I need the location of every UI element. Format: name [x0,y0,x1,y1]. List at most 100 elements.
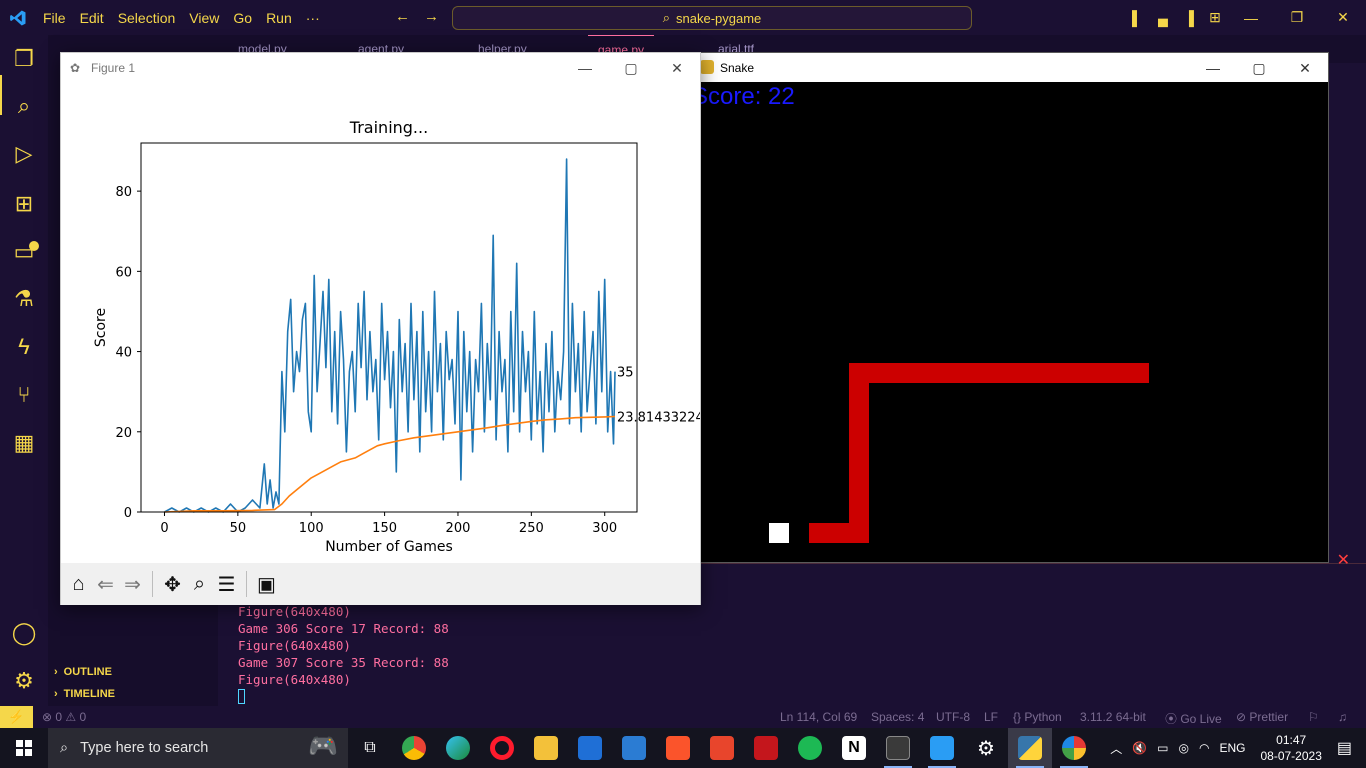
maximize-icon[interactable]: ▢ [608,53,654,83]
acrobat-icon[interactable] [744,728,788,768]
pinwheel-app-icon[interactable] [1052,728,1096,768]
docker-icon[interactable]: ▦ [10,429,38,457]
show-hidden-icons-icon[interactable]: ︿ [1110,740,1122,757]
zoom-icon[interactable]: ⌕ [186,569,213,599]
figure-titlebar[interactable]: ✿ Figure 1 — ▢ ✕ [61,53,700,83]
brave-icon[interactable] [656,728,700,768]
indentation-status[interactable]: Spaces: 4 [871,710,924,724]
wifi-icon[interactable]: ◠ [1199,741,1209,755]
snake-titlebar[interactable]: Snake — ▢ ✕ [692,53,1328,82]
python-icon[interactable] [1008,728,1052,768]
minimize-icon[interactable]: — [1228,0,1274,35]
search-icon[interactable]: ⌕ [10,92,38,120]
notification-center-icon[interactable]: ▤ [1337,738,1352,758]
cursor-position[interactable]: Ln 114, Col 69 [780,710,857,724]
brave-alt-icon[interactable] [700,728,744,768]
run-debug-icon[interactable]: ▷ [10,140,38,168]
plot-frame [140,142,638,513]
toggle-panel-icon[interactable]: ▄ [1150,0,1176,35]
camera-icon[interactable]: ◎ [1179,741,1189,755]
remote-explorer-icon[interactable]: ▭ [10,238,38,266]
spotify-icon[interactable] [788,728,832,768]
notifications-icon[interactable]: ♫ [1338,710,1347,724]
explorer-icon[interactable]: ❐ [10,45,38,73]
settings-gear-icon[interactable]: ⚙ [10,667,38,695]
toggle-secondary-sidebar-icon[interactable]: ▐ [1176,0,1202,35]
close-icon[interactable]: ✕ [1320,0,1366,35]
save-icon[interactable]: ▣ [253,569,280,599]
prettier-status[interactable]: ⊘ Prettier [1236,710,1288,724]
extensions-icon[interactable]: ⊞ [10,190,38,218]
close-panel-icon[interactable]: ✕ [1337,550,1350,570]
plot-area[interactable]: Training... 35 23.81433224 0 50 100 150 200 250 3… [61,83,704,563]
problems-status[interactable]: ⊗ 0 ⚠ 0 [42,710,86,724]
snake-window[interactable]: Snake — ▢ ✕ Score: 22 [691,52,1329,563]
edge-icon[interactable] [436,728,480,768]
menu-selection[interactable]: Selection [111,10,183,26]
remote-icon[interactable]: ⚡ [0,706,33,728]
activity-bar: ❐ ⌕ ▷ ⊞ ▭ ⚗ ϟ ⑂ ▦ ◯ ⚙ 1 [0,35,48,732]
feedback-icon[interactable]: ⚐ [1308,710,1319,724]
home-icon[interactable]: ⌂ [65,569,92,599]
notion-icon[interactable]: N [832,728,876,768]
settings-icon[interactable]: ⚙ [964,728,1008,768]
outline-section[interactable]: › OUTLINE [54,666,112,678]
maximize-icon[interactable]: ▢ [1236,53,1282,83]
accounts-icon[interactable]: ◯ [10,619,38,647]
lightning-icon[interactable]: ϟ [10,333,38,361]
clock[interactable]: 01:47 08-07-2023 [1260,732,1321,764]
restore-icon[interactable]: ❐ [1274,0,1320,35]
chevron-right-icon: › [54,666,58,678]
mail-icon[interactable] [612,728,656,768]
volume-mute-icon[interactable]: 🔇 [1132,741,1147,755]
language-status[interactable]: {} Python [1013,710,1062,724]
opera-icon[interactable] [480,728,524,768]
terminal-icon[interactable] [876,728,920,768]
menu-run[interactable]: Run [259,10,299,26]
minimize-icon[interactable]: — [1190,53,1236,83]
menu-more[interactable]: ··· [299,10,327,26]
menu-view[interactable]: View [182,10,226,26]
forward-icon[interactable]: ⇒ [119,569,146,599]
encoding-status[interactable]: UTF-8 [936,710,970,724]
language-indicator[interactable]: ENG [1219,741,1245,755]
git-graph-icon[interactable]: ⑂ [10,381,38,409]
nav-arrows[interactable]: ←→ [395,8,453,25]
file-explorer-icon[interactable] [524,728,568,768]
command-center[interactable]: ⌕ snake-pygame [452,6,972,30]
eol-status[interactable]: LF [984,710,998,724]
close-icon[interactable]: ✕ [654,53,700,83]
windows-start-icon[interactable] [0,728,48,768]
pygame-icon [700,60,714,74]
interpreter-status[interactable]: 3.11.2 64-bit [1080,710,1146,724]
x-tick-label: 200 [446,521,471,536]
menu-edit[interactable]: Edit [73,10,111,26]
testing-icon[interactable]: ⚗ [10,285,38,313]
toolbar-divider [152,571,153,597]
search-placeholder: Type here to search [80,740,209,756]
configure-icon[interactable]: ☰ [213,569,240,599]
pan-icon[interactable]: ✥ [159,569,186,599]
y-tick-label: 20 [115,426,132,441]
chrome-icon[interactable] [392,728,436,768]
menu-go[interactable]: Go [226,10,259,26]
close-icon[interactable]: ✕ [1282,53,1328,83]
minimize-icon[interactable]: — [562,53,608,83]
timeline-label: TIMELINE [63,688,116,700]
customize-layout-icon[interactable]: ⊞ [1202,0,1228,35]
menu-file[interactable]: File [36,10,73,26]
figure-window[interactable]: ✿ Figure 1 — ▢ ✕ Training... 35 23.8143322… [60,52,704,605]
task-view-icon[interactable]: ⧉ [348,728,392,768]
timeline-section[interactable]: › TIMELINE [54,688,115,700]
active-indicator [0,75,2,115]
x-tick-label: 250 [519,521,544,536]
vscode-icon[interactable] [920,728,964,768]
terminal-line: Figure(640x480) [238,604,351,619]
chevron-right-icon: › [54,688,58,700]
battery-icon[interactable]: ▭ [1157,741,1168,755]
back-icon[interactable]: ⇐ [92,569,119,599]
toggle-sidebar-icon[interactable]: ▌ [1124,0,1150,35]
microsoft-store-icon[interactable] [568,728,612,768]
golive-status[interactable]: ⦿ Go Live [1165,710,1222,727]
taskbar-search[interactable]: ⌕ Type here to search 🎮 [48,728,348,768]
